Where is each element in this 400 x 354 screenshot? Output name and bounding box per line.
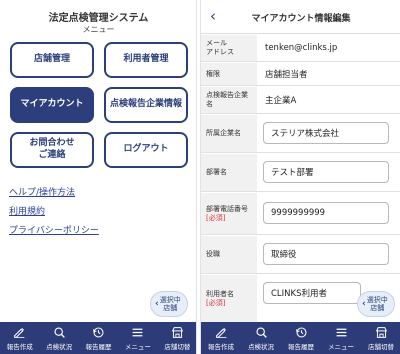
field-label: 所属企業名 <box>201 115 257 152</box>
company-name-input[interactable]: ステリア株式会社 <box>263 122 389 144</box>
account-edit-screen: ‹ マイアカウント情報編集 メール アドレス tenken@clinks.jp … <box>200 0 400 354</box>
menu-screen: 法定点検管理システム メニュー 店舗管理 利用者管理 マイアカウント 点検報告企… <box>0 0 197 354</box>
nav-label: 点検状況 <box>46 342 73 351</box>
nav-label: メニュー <box>124 342 151 351</box>
field-label: 権限 <box>201 63 257 85</box>
field-row-dept-phone: 部署電話番号 [必須] 9999999999 <box>201 193 400 235</box>
email-value: tenken@clinks.jp <box>265 43 338 53</box>
nav-report-create[interactable]: 報告作成 <box>0 322 39 354</box>
nav-store-switch[interactable]: 店舗切替 <box>158 322 196 354</box>
search-icon <box>54 326 65 338</box>
field-row-position: 役職 取締役 <box>201 236 400 274</box>
menu-icon <box>133 328 143 336</box>
user-management-button[interactable]: 利用者管理 <box>104 42 188 78</box>
nav-store-switch[interactable]: 店舗切替 <box>361 322 400 354</box>
nav-menu[interactable]: メニュー <box>118 322 157 354</box>
nav-label: メニュー <box>328 342 354 351</box>
nav-menu[interactable]: メニュー <box>321 322 361 354</box>
dept-phone-input[interactable]: 9999999999 <box>263 202 389 224</box>
search-icon <box>255 326 267 338</box>
nav-report-history[interactable]: 報告履歴 <box>281 322 321 354</box>
menu-icon <box>336 328 346 336</box>
nav-label: 報告履歴 <box>85 342 112 351</box>
field-label: 部署名 <box>201 154 257 191</box>
field-row-inspection-company: 点検報告企業 名 主企業A <box>201 87 400 114</box>
nav-label: 点検状況 <box>248 342 274 351</box>
edit-icon <box>215 327 226 338</box>
edit-icon <box>14 327 25 338</box>
page-title: マイアカウント情報編集 <box>251 14 351 24</box>
required-badge: [必須] <box>206 213 226 222</box>
field-label: 部署電話番号 [必須] <box>201 193 257 234</box>
nav-report-create[interactable]: 報告作成 <box>201 322 241 354</box>
inspection-company-value: 主企業A <box>265 96 297 106</box>
inspection-company-info-button[interactable]: 点検報告企業情報 <box>104 87 188 123</box>
logout-button[interactable]: ログアウト <box>104 132 188 168</box>
field-label: 利用者名 [必須] <box>201 275 257 322</box>
nav-label: 報告作成 <box>6 342 33 351</box>
department-input[interactable]: テスト部署 <box>263 161 389 183</box>
nav-label: 報告作成 <box>208 342 234 351</box>
field-label: 点検報告企業 名 <box>201 87 257 113</box>
privacy-policy-link[interactable]: プライバシーポリシー <box>9 223 99 236</box>
nav-label: 報告履歴 <box>288 342 314 351</box>
header-bar: ‹ マイアカウント情報編集 <box>201 0 400 34</box>
nav-label: 店舗切替 <box>164 342 191 351</box>
store-switch-icon <box>171 326 183 338</box>
selected-store-button[interactable]: ‹ 選択中 店舗 <box>357 291 395 317</box>
field-row-email: メール アドレス tenken@clinks.jp <box>201 35 400 62</box>
role-value: 店舗担当者 <box>265 70 308 80</box>
field-label: メール アドレス <box>201 35 257 61</box>
nav-inspection-status[interactable]: 点検状況 <box>241 322 281 354</box>
field-row-role: 権限 店舗担当者 <box>201 63 400 86</box>
field-label: 役職 <box>201 236 257 273</box>
nav-inspection-status[interactable]: 点検状況 <box>39 322 78 354</box>
required-badge: [必須] <box>206 298 226 307</box>
my-account-button[interactable]: マイアカウント <box>10 87 94 123</box>
user-name-input[interactable]: CLINKS利用者 <box>263 282 361 304</box>
chevron-left-icon: ‹ <box>155 298 159 309</box>
menu-subtitle: メニュー <box>82 25 115 34</box>
store-switch-icon <box>375 326 387 338</box>
selected-store-label: 選択中 店舗 <box>366 295 388 312</box>
nav-report-history[interactable]: 報告履歴 <box>79 322 118 354</box>
app-title: 法定点検管理システム <box>48 13 149 24</box>
selected-store-button[interactable]: ‹ 選択中 店舗 <box>150 291 188 317</box>
bottom-nav: 報告作成 点検状況 報告履歴 メニュー 店舗切替 <box>201 322 400 354</box>
field-row-department: 部署名 テスト部署 <box>201 154 400 192</box>
contact-button[interactable]: お問合わせ ご連絡 <box>10 132 94 168</box>
history-icon <box>93 327 104 337</box>
nav-label: 店舗切替 <box>368 342 394 351</box>
history-icon <box>295 327 306 337</box>
help-link[interactable]: ヘルプ/操作方法 <box>9 185 75 198</box>
field-row-company: 所属企業名 ステリア株式会社 <box>201 115 400 153</box>
selected-store-label: 選択中 店舗 <box>159 295 181 312</box>
store-management-button[interactable]: 店舗管理 <box>10 42 94 78</box>
bottom-nav: 報告作成 点検状況 報告履歴 メニュー 店舗切替 <box>0 322 196 354</box>
terms-link[interactable]: 利用規約 <box>9 204 45 217</box>
chevron-left-icon: ‹ <box>362 298 366 309</box>
position-input[interactable]: 取締役 <box>263 243 389 265</box>
